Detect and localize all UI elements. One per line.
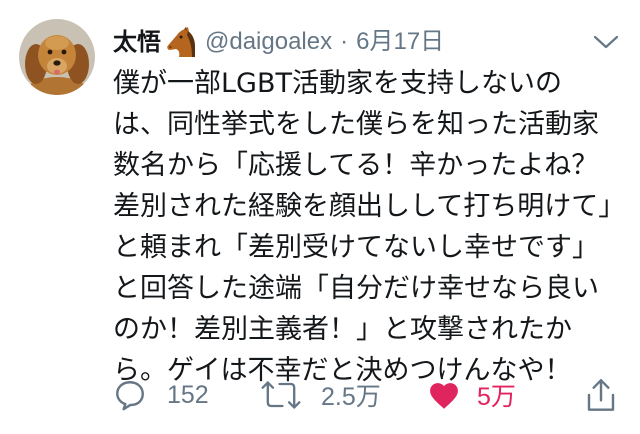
tweet-menu-button[interactable] xyxy=(592,31,620,53)
reply-count: 152 xyxy=(167,380,209,409)
tweet-text-line: 僕が一部LGBT活動家を支持しないの xyxy=(113,68,562,99)
display-name[interactable]: 太悟 xyxy=(113,24,161,60)
chevron-down-icon[interactable] xyxy=(592,31,620,53)
tweet-text-line: 数名から「応援してる！辛かったよね？ xyxy=(113,150,599,181)
retweet-button[interactable]: 2.5万 xyxy=(259,376,381,414)
horse-face-icon xyxy=(167,26,195,57)
reply-button[interactable]: 152 xyxy=(113,376,209,414)
tweet-text-line: は、同性挙式をした僕らを知った活動家 xyxy=(113,109,599,140)
tweet-text-line: 差別された経験を顔出しして打ち明けて」 xyxy=(113,191,626,222)
retweet-count: 2.5万 xyxy=(321,383,381,411)
dog-photo-avatar-image xyxy=(19,19,95,95)
avatar[interactable] xyxy=(19,19,95,95)
share-button[interactable] xyxy=(585,376,617,414)
tweet-text-line: のか！差別主義者！」と攻撃されたか xyxy=(113,314,572,345)
heart-filled-icon[interactable] xyxy=(427,379,461,411)
tweet-text: 僕が一部LGBT活動家を支持しないの は、同性挙式をした僕らを知った活動家 数名… xyxy=(113,63,635,391)
tweet-text-line: と回答した途端「自分だけ幸せなら良い xyxy=(113,273,599,304)
handle[interactable]: @daigoalex xyxy=(205,24,332,60)
reply-icon[interactable] xyxy=(113,378,147,412)
tweet-text-line: と頼まれ「差別受けてないし幸せです」 xyxy=(113,232,599,263)
tweet-header: 太悟 @daigoalex · 6月17日 xyxy=(113,24,444,60)
retweet-icon[interactable] xyxy=(259,380,303,410)
like-count: 5万 xyxy=(477,383,516,411)
timestamp[interactable]: 6月17日 xyxy=(356,24,444,60)
separator-dot: · xyxy=(340,28,349,55)
share-icon[interactable] xyxy=(585,376,617,414)
like-button[interactable]: 5万 xyxy=(427,376,516,414)
